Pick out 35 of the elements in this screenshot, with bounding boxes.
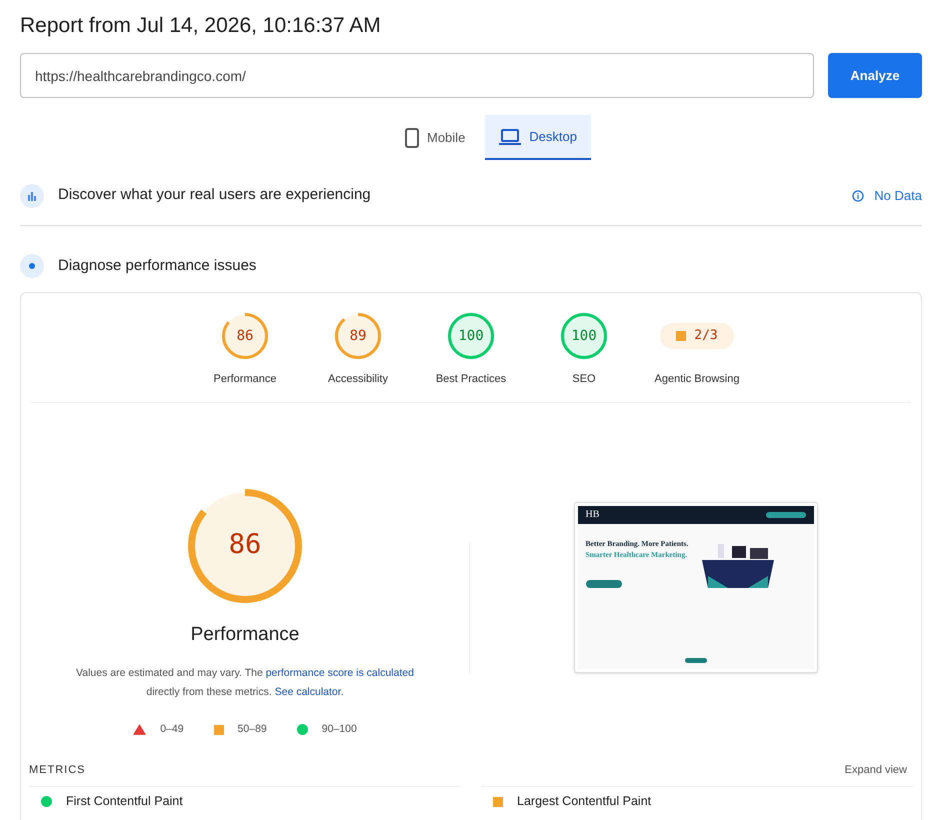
category-label[interactable]: Performance bbox=[214, 371, 276, 388]
score-link[interactable]: performance score is calculated bbox=[266, 667, 414, 679]
calculator-link[interactable]: See calculator. bbox=[274, 686, 344, 698]
report-title: Report from Jul 14, 2026, 10:16:37 AM bbox=[20, 13, 382, 39]
info-icon bbox=[852, 190, 864, 202]
score-value: 86 bbox=[228, 528, 262, 562]
laptop-icon bbox=[499, 128, 522, 144]
phone-icon bbox=[405, 128, 419, 148]
score-value: 100 bbox=[571, 326, 597, 346]
legend-label: 50–89 bbox=[238, 722, 267, 737]
metrics-heading: METRICS bbox=[29, 762, 86, 778]
score-value: 86 bbox=[236, 326, 254, 346]
category-label[interactable]: Accessibility bbox=[328, 371, 388, 388]
gauge-title: Performance bbox=[190, 622, 300, 646]
category-label[interactable]: Agentic Browsing bbox=[654, 371, 740, 388]
section-heading: Diagnose performance issues bbox=[58, 256, 256, 276]
metric-label: First Contentful Paint bbox=[66, 793, 183, 810]
site-logo: HB bbox=[586, 508, 600, 522]
legend-label: 0–49 bbox=[160, 722, 184, 737]
score-value: 100 bbox=[458, 326, 484, 346]
score-note: Values are estimated and may vary. The performance score is calculated directly from these metrics. See calculator. bbox=[76, 666, 414, 700]
category-label[interactable]: SEO bbox=[572, 371, 596, 388]
legend-label: 90–100 bbox=[322, 722, 357, 737]
device-tab[interactable]: Desktop bbox=[485, 115, 591, 160]
score-value: 89 bbox=[350, 326, 366, 346]
analyze-button[interactable]: Analyze bbox=[828, 53, 922, 98]
expand-view-button[interactable]: Expand view bbox=[844, 762, 907, 778]
category-label[interactable]: Best Practices bbox=[436, 371, 506, 388]
metric-label: Largest Contentful Paint bbox=[517, 793, 652, 810]
section-heading: Discover what your real users are experiencing bbox=[58, 185, 371, 206]
url-field[interactable]: https://healthcarebrandingco.com/ bbox=[20, 53, 814, 98]
diagnose-icon bbox=[20, 254, 44, 278]
score-value: 2/3 bbox=[694, 327, 718, 346]
no-data-status: No Data bbox=[874, 186, 922, 205]
device-tab[interactable]: Mobile bbox=[391, 115, 480, 160]
